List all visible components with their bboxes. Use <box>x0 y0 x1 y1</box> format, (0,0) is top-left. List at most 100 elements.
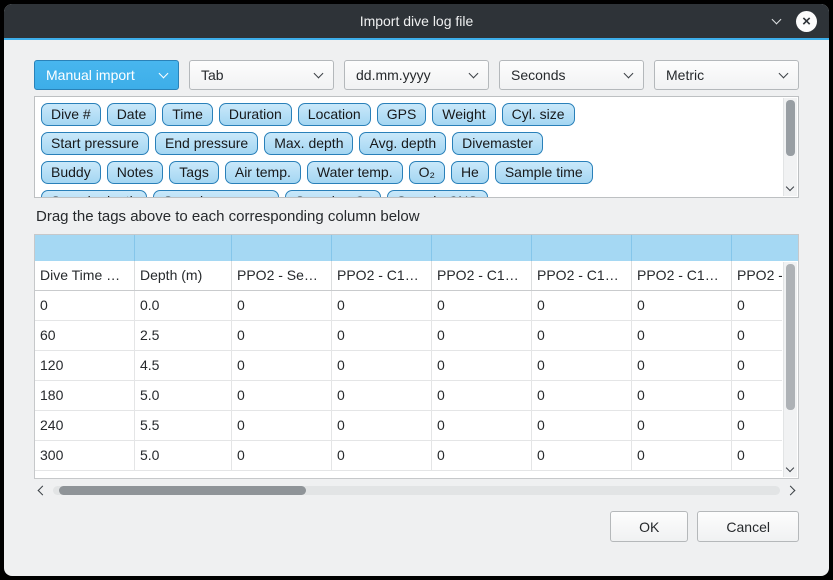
drag-tag[interactable]: Air temp. <box>225 161 301 184</box>
drag-tag[interactable]: Sample depth <box>41 190 147 197</box>
scrollbar-thumb[interactable] <box>786 100 795 156</box>
drag-tag[interactable]: Time <box>162 103 213 126</box>
drag-tag[interactable]: Cyl. size <box>502 103 575 126</box>
table-cell: 0 <box>532 321 632 351</box>
combo-value: Metric <box>666 67 780 83</box>
drag-tag[interactable]: Dive # <box>41 103 101 126</box>
chevron-down-icon <box>469 69 479 79</box>
column-header: PPO2 - C1… <box>632 261 732 290</box>
table-cell: 300 <box>35 441 135 471</box>
table-row: 00.0000000 <box>35 291 782 321</box>
drag-tag[interactable]: O₂ <box>409 161 445 184</box>
drag-tag[interactable]: Notes <box>107 161 164 184</box>
horizontal-scrollbar[interactable] <box>34 482 799 498</box>
titlebar[interactable]: Import dive log file × <box>4 4 829 38</box>
table-cell: 0 <box>432 291 532 321</box>
drag-tag[interactable]: Sample pressure <box>153 190 279 197</box>
time-format-combo[interactable]: Seconds <box>499 60 644 90</box>
combo-value: Manual import <box>46 67 160 83</box>
ok-button[interactable]: OK <box>610 511 688 542</box>
table-cell: 0 <box>332 381 432 411</box>
table-cell: 0 <box>632 291 732 321</box>
drag-tag[interactable]: Location <box>298 103 371 126</box>
tag-row: Sample depth Sample pressure Sample pO₂ Sam… <box>41 190 776 197</box>
horizontal-scrollbar-track[interactable] <box>53 486 780 495</box>
table-cell: 0 <box>35 291 135 321</box>
close-button[interactable]: × <box>796 11 817 32</box>
table-body: 00.0000000602.50000001204.50000001805.00… <box>35 291 782 471</box>
column-drop-target[interactable] <box>135 235 232 261</box>
drag-tag[interactable]: He <box>451 161 489 184</box>
scrollbar-thumb[interactable] <box>786 264 795 410</box>
drag-tag[interactable]: GPS <box>377 103 427 126</box>
table-cell: 0 <box>432 321 532 351</box>
table-cell: 0 <box>532 441 632 471</box>
table-cell: 0 <box>632 321 732 351</box>
close-icon: × <box>802 14 811 29</box>
shade-chevron-icon[interactable] <box>772 14 782 24</box>
cancel-button[interactable]: Cancel <box>697 511 799 542</box>
chevron-down-icon <box>314 69 324 79</box>
tag-row: Dive # DateTime Duration Location GPSWeight C… <box>41 103 776 126</box>
table-cell: 0 <box>232 441 332 471</box>
combo-value: Tab <box>201 67 315 83</box>
table-cell: 0 <box>732 291 782 321</box>
drag-tag[interactable]: Divemaster <box>452 132 543 155</box>
units-combo[interactable]: Metric <box>654 60 799 90</box>
column-drop-target[interactable] <box>632 235 732 261</box>
table-cell: 0 <box>532 291 632 321</box>
table-cell: 120 <box>35 351 135 381</box>
column-header: PPO2 - C <box>732 261 782 290</box>
field-separator-combo[interactable]: Tab <box>189 60 334 90</box>
drag-tag[interactable]: Duration <box>219 103 292 126</box>
table-cell: 5.0 <box>135 441 232 471</box>
drag-tag[interactable]: Buddy <box>41 161 101 184</box>
drag-tag[interactable]: Tags <box>169 161 219 184</box>
table-cell: 0 <box>232 351 332 381</box>
drag-tag[interactable]: Weight <box>432 103 495 126</box>
drag-tag[interactable]: Water temp. <box>307 161 403 184</box>
drag-tag[interactable]: Sample CNS <box>387 190 488 197</box>
import-mode-combo[interactable]: Manual import <box>34 60 179 90</box>
scroll-down-icon[interactable] <box>785 183 793 191</box>
tag-row: Start pressure End pressure Max. depth Avg.… <box>41 132 776 155</box>
table-row: 1805.0000000 <box>35 381 782 411</box>
table-cell: 0 <box>632 381 732 411</box>
table-cell: 2.5 <box>135 321 232 351</box>
column-drop-target[interactable] <box>35 235 135 261</box>
tag-row: Buddy NotesTags Air temp. Water temp. O₂ He Sa… <box>41 161 776 184</box>
chevron-down-icon <box>779 69 789 79</box>
drag-tag[interactable]: End pressure <box>155 132 258 155</box>
table-cell: 0.0 <box>135 291 232 321</box>
combo-row: Manual import Tab dd.mm.yyyy Seconds Metric <box>34 60 799 90</box>
horizontal-scrollbar-thumb[interactable] <box>59 486 306 495</box>
column-header: PPO2 - C1… <box>332 261 432 290</box>
table-cell: 0 <box>332 291 432 321</box>
table-cell: 5.5 <box>135 411 232 441</box>
scroll-left-icon[interactable] <box>38 485 48 495</box>
column-drop-target[interactable] <box>332 235 432 261</box>
table-cell: 240 <box>35 411 135 441</box>
drag-tag[interactable]: Max. depth <box>264 132 353 155</box>
drag-tag[interactable]: Start pressure <box>41 132 149 155</box>
table-cell: 0 <box>632 411 732 441</box>
column-header: PPO2 - C1… <box>532 261 632 290</box>
column-drop-target[interactable] <box>532 235 632 261</box>
table-row: 1204.5000000 <box>35 351 782 381</box>
tag-panel-scrollbar[interactable] <box>783 98 797 196</box>
date-format-combo[interactable]: dd.mm.yyyy <box>344 60 489 90</box>
table-scrollbar[interactable] <box>783 262 797 477</box>
scroll-right-icon[interactable] <box>786 485 796 495</box>
column-drop-target[interactable] <box>432 235 532 261</box>
combo-value: Seconds <box>511 67 625 83</box>
drag-tag[interactable]: Sample pO₂ <box>285 190 380 197</box>
drag-tag[interactable]: Date <box>107 103 157 126</box>
column-drop-target[interactable] <box>732 235 798 261</box>
drag-tag[interactable]: Avg. depth <box>359 132 446 155</box>
table-cell: 0 <box>732 411 782 441</box>
table-cell: 0 <box>332 321 432 351</box>
column-drop-target[interactable] <box>232 235 332 261</box>
scroll-down-icon[interactable] <box>785 464 793 472</box>
table-cell: 0 <box>532 411 632 441</box>
drag-tag[interactable]: Sample time <box>495 161 593 184</box>
